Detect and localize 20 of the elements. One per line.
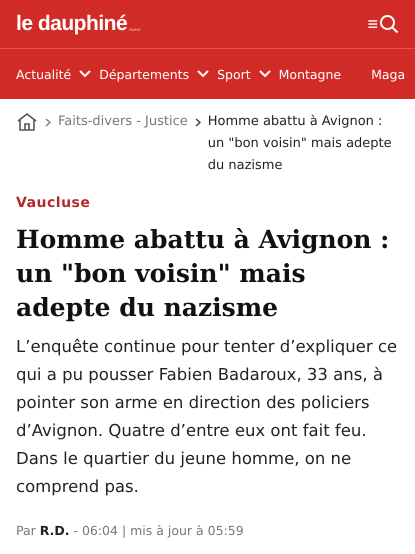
article-byline: Par R.D. - 06:04 | mis à jour à 05:59 [16, 523, 245, 538]
chevron-right-icon [194, 118, 201, 127]
breadcrumb-link[interactable]: Faits-divers - Justice [58, 111, 188, 133]
nav-link[interactable]: Actualité [16, 66, 72, 82]
breadcrumb-current: Homme abattu à Avignon : un "bon voisin" mais adepte du nazisme [208, 113, 393, 175]
category-label[interactable]: Vaucluse [16, 195, 399, 211]
nav-link[interactable]: Maga [371, 66, 406, 82]
article-title: Homme abattu à Avignon : un "bon voisin" mais adepte du nazisme [16, 224, 390, 324]
chevron-right-icon [45, 118, 51, 127]
home-icon[interactable] [16, 112, 38, 132]
nav-link[interactable]: Départements [99, 66, 190, 82]
search-icon [379, 14, 399, 34]
nav-link[interactable]: Montagne [278, 66, 342, 82]
chevron-down-icon[interactable] [258, 70, 271, 78]
menu-search-button[interactable]: ≡ [367, 14, 399, 34]
article-lead: L’enquête continue pour tenter d’expliquer ce qui a pu pousser Fabien Badaroux, 33 ans, à pointer son arme en direction des policiers d’Avignon. Quatre d’entre eux ont fait feu. Dans le quartier du jeune homme, on ne comprend pas. [16, 336, 398, 498]
chevron-down-icon[interactable] [79, 70, 92, 78]
nav-link[interactable]: Sport [217, 66, 251, 82]
logo-text: le dauphiné [16, 12, 128, 36]
chevron-down-icon[interactable] [197, 70, 210, 78]
